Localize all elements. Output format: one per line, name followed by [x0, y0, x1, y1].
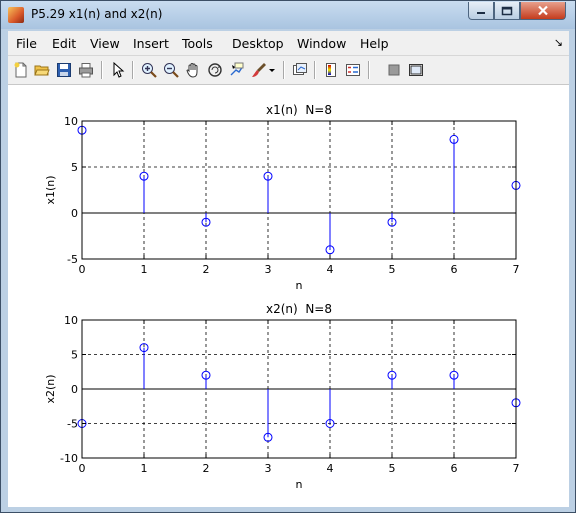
plot1-ytick-label: 10: [64, 115, 78, 128]
menu-desktop[interactable]: Desktop: [232, 36, 284, 51]
menu-insert[interactable]: Insert: [133, 36, 169, 51]
plot1-xtick-label: 7: [513, 263, 520, 276]
title-bar[interactable]: P5.29 x1(n) and x2(n): [1, 1, 575, 29]
zoom-out-icon[interactable]: [161, 60, 181, 80]
plot2-ytick-label: 0: [71, 383, 78, 396]
plot1-xtick-label: 5: [389, 263, 396, 276]
data-cursor-icon[interactable]: [227, 60, 247, 80]
plot1-xtick-label: 3: [265, 263, 272, 276]
plot1-ytick-label: -5: [67, 253, 78, 266]
close-button[interactable]: [520, 2, 566, 20]
plot1-ylabel: x1(n): [44, 175, 57, 204]
minimize-icon: [477, 11, 485, 14]
plot2-ylabel: x2(n): [44, 374, 57, 403]
toolbar: [8, 56, 569, 85]
plot1-xtick-label: 0: [79, 263, 86, 276]
plot2-xtick-label: 2: [203, 462, 210, 475]
maximize-button[interactable]: [494, 2, 520, 20]
print-icon[interactable]: [76, 60, 96, 80]
plot2-xtick-label: 4: [327, 462, 334, 475]
pan-icon[interactable]: [183, 60, 203, 80]
plot1-ytick-label: 5: [71, 161, 78, 174]
plot1-ytick-label: 0: [71, 207, 78, 220]
menu-help[interactable]: Help: [360, 36, 389, 51]
plot1-xtick-label: 1: [141, 263, 148, 276]
plot2-xtick-label: 3: [265, 462, 272, 475]
plot2-ytick-label: 10: [64, 314, 78, 327]
plot2-ytick-label: 5: [71, 349, 78, 362]
plot1-xtick-label: 6: [451, 263, 458, 276]
plot2-xtick-label: 0: [79, 462, 86, 475]
brush-icon[interactable]: [249, 60, 269, 80]
menu-edit[interactable]: Edit: [52, 36, 76, 51]
figure-canvas: 0 1 2 3 4 5 6 7 -5 0 5 10 x1(n) N=8 n x1(n) 0 1 2 3 4 5 6 7 -10…: [8, 85, 569, 507]
minimize-button[interactable]: [468, 2, 494, 20]
plot2-ytick-label: -5: [67, 418, 78, 431]
dropdown-arrow-icon[interactable]: [267, 60, 277, 80]
plot1-xtick-label: 2: [203, 263, 210, 276]
save-icon[interactable]: [54, 60, 74, 80]
plot2-xlabel: n: [296, 478, 303, 491]
plot1-xlabel: n: [296, 279, 303, 292]
plot1-xtick-label: 4: [327, 263, 334, 276]
plot2-title: x2(n) N=8: [266, 302, 332, 316]
window-title: P5.29 x1(n) and x2(n): [31, 7, 163, 21]
close-icon: [538, 5, 548, 16]
matlab-logo-icon: [8, 7, 24, 23]
menu-bar: File Edit View Insert Tools Desktop Wind…: [8, 31, 569, 56]
plot2-xtick-label: 6: [451, 462, 458, 475]
open-file-icon[interactable]: [32, 60, 52, 80]
menu-view[interactable]: View: [90, 36, 120, 51]
plot2-ytick-label: -10: [60, 452, 78, 465]
hide-plot-tools-icon[interactable]: [384, 60, 404, 80]
maximize-icon: [501, 6, 513, 15]
menu-file[interactable]: File: [16, 36, 37, 51]
link-plot-icon[interactable]: [290, 60, 310, 80]
rotate-3d-icon[interactable]: [205, 60, 225, 80]
pointer-icon[interactable]: [108, 60, 128, 80]
plot1-title: x1(n) N=8: [266, 103, 332, 117]
zoom-in-icon[interactable]: [139, 60, 159, 80]
show-plot-tools-icon[interactable]: [406, 60, 426, 80]
plot2-xtick-label: 7: [513, 462, 520, 475]
menu-window[interactable]: Window: [297, 36, 346, 51]
figure-window: P5.29 x1(n) and x2(n) File Edit View Ins…: [0, 0, 576, 513]
legend-icon[interactable]: [343, 60, 363, 80]
plot2-xtick-label: 5: [389, 462, 396, 475]
menu-tools[interactable]: Tools: [182, 36, 213, 51]
dock-arrow-icon[interactable]: ↘: [554, 36, 563, 49]
colorbar-icon[interactable]: [321, 60, 341, 80]
plots-svg: 0 1 2 3 4 5 6 7-50510x1(n) N=8nx1(n)0 1 2 3 4 5 6 7-10…: [44, 103, 521, 491]
plot2-xtick-label: 1: [141, 462, 148, 475]
new-figure-icon[interactable]: [11, 60, 31, 80]
